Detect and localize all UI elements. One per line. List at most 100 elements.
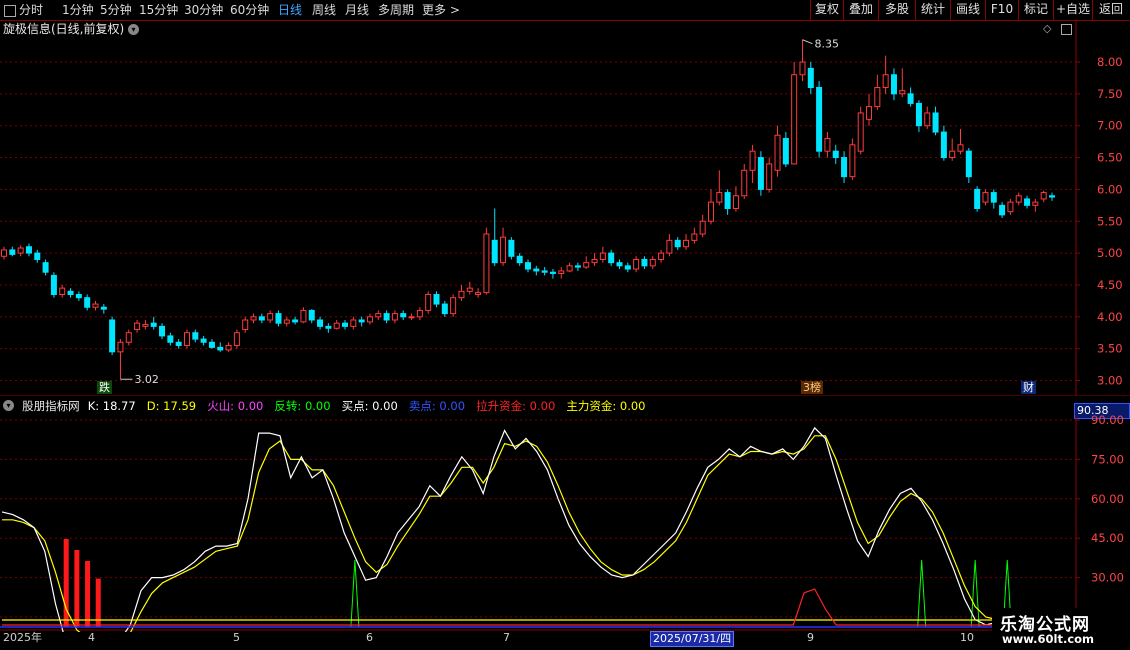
candle-body bbox=[150, 322, 157, 327]
period-tab-weekly[interactable]: 周线 bbox=[312, 1, 336, 19]
candle-body bbox=[599, 252, 606, 260]
period-tab-5min[interactable]: 5分钟 bbox=[100, 1, 132, 19]
candle-body bbox=[1015, 195, 1022, 203]
price-tick-label: 3.50 bbox=[1097, 342, 1123, 356]
volcano-bar bbox=[74, 550, 80, 627]
period-tab-multi[interactable]: 多周期 bbox=[378, 1, 414, 19]
date-axis: 2025年 4 5 6 7 2025/07/31/四 9 10 bbox=[0, 631, 1078, 647]
indicator-tick-label: 75.00 bbox=[1091, 452, 1124, 466]
candle-body bbox=[208, 341, 215, 348]
candle-body bbox=[142, 323, 149, 327]
candle-body bbox=[475, 292, 482, 296]
add-favorite-button[interactable]: +自选 bbox=[1053, 0, 1092, 20]
period-tab-monthly[interactable]: 月线 bbox=[345, 1, 369, 19]
candle-body bbox=[109, 319, 116, 353]
statistics-button[interactable]: 统计 bbox=[915, 0, 950, 20]
candle-body bbox=[857, 112, 864, 152]
period-tab-fenshi[interactable]: 分时 bbox=[4, 1, 43, 19]
date-label: 9 bbox=[807, 631, 814, 644]
period-tab-more[interactable]: 更多 > bbox=[422, 1, 460, 19]
d-line bbox=[2, 435, 1050, 632]
indicator-chart[interactable]: 90.0075.0060.0045.0030.0015.00 bbox=[0, 396, 1130, 632]
candle-body bbox=[425, 294, 432, 311]
candle-body bbox=[292, 319, 299, 323]
candle-body bbox=[9, 249, 16, 255]
candle-body bbox=[849, 144, 856, 178]
candle-body bbox=[84, 297, 91, 308]
candle-body bbox=[59, 287, 66, 296]
candle-body bbox=[258, 316, 265, 321]
candlestick-chart[interactable]: 8.00 7.50 7.00 6.50 6.00 5.50 5.00 4.50 4.00 3.50… bbox=[0, 20, 1130, 396]
candle-body bbox=[957, 144, 964, 152]
candle-body bbox=[366, 316, 373, 323]
candle-body bbox=[707, 201, 714, 222]
candle-body bbox=[333, 322, 340, 329]
mark-button[interactable]: 标记 bbox=[1018, 0, 1053, 20]
period-tab-30min[interactable]: 30分钟 bbox=[184, 1, 223, 19]
candle-body bbox=[275, 313, 282, 324]
candle-body bbox=[782, 137, 789, 165]
back-button[interactable]: 返回 bbox=[1092, 0, 1129, 20]
marker-die[interactable]: 跌 bbox=[97, 381, 112, 394]
candle-body bbox=[175, 341, 182, 346]
candle-body bbox=[791, 74, 798, 165]
candle-body bbox=[882, 74, 889, 88]
candle-body bbox=[990, 192, 997, 203]
overlay-button[interactable]: 叠加 bbox=[843, 0, 878, 20]
period-toolbar: 分时 1分钟 5分钟 15分钟 30分钟 60分钟 日线 周线 月线 多周期 更… bbox=[0, 0, 1130, 21]
candle-body bbox=[533, 268, 540, 272]
candle-body bbox=[566, 265, 573, 272]
candle-body bbox=[1040, 192, 1047, 200]
candle-body bbox=[358, 319, 365, 323]
candle-body bbox=[466, 287, 473, 292]
watermark-url: www.60lt.com bbox=[1002, 632, 1095, 646]
date-label: 2025年 bbox=[3, 631, 42, 644]
candle-body bbox=[167, 335, 174, 343]
candle-body bbox=[225, 344, 232, 351]
candle-body bbox=[832, 150, 839, 159]
candle-body bbox=[433, 294, 440, 305]
period-tab-daily[interactable]: 日线 bbox=[278, 1, 302, 19]
high-price-label: 8.35 bbox=[814, 38, 839, 51]
date-label: 6 bbox=[366, 631, 373, 644]
candle-body bbox=[117, 341, 124, 353]
candle-body bbox=[92, 303, 99, 308]
candle-body bbox=[308, 309, 315, 321]
watermark: 乐淘公式网 www.60lt.com bbox=[992, 608, 1130, 650]
price-tick-label: 6.50 bbox=[1097, 151, 1123, 165]
candle-body bbox=[699, 220, 706, 235]
candle-body bbox=[325, 325, 332, 329]
period-tab-15min[interactable]: 15分钟 bbox=[139, 1, 178, 19]
date-label-current: 2025/07/31/四 bbox=[650, 631, 735, 647]
f10-button[interactable]: F10 bbox=[985, 0, 1018, 20]
volcano-bar bbox=[85, 561, 91, 627]
candle-body bbox=[982, 192, 989, 203]
candle-body bbox=[42, 262, 49, 273]
candle-body bbox=[757, 157, 764, 190]
candle-body bbox=[907, 93, 914, 104]
candle-body bbox=[1032, 201, 1039, 206]
candle-body bbox=[134, 322, 141, 331]
date-label: 5 bbox=[233, 631, 240, 644]
restore-rights-button[interactable]: 复权 bbox=[810, 0, 843, 20]
period-tab-60min[interactable]: 60分钟 bbox=[230, 1, 269, 19]
candle-body bbox=[816, 86, 823, 152]
candle-body bbox=[416, 309, 423, 318]
draw-line-button[interactable]: 画线 bbox=[950, 0, 985, 20]
candle-body bbox=[375, 313, 382, 318]
candle-body bbox=[591, 258, 598, 264]
candle-body bbox=[508, 239, 515, 257]
candle-body bbox=[233, 332, 240, 346]
candle-body bbox=[491, 239, 498, 264]
candle-body bbox=[732, 195, 739, 210]
multi-stock-button[interactable]: 多股 bbox=[878, 0, 915, 20]
candle-body bbox=[616, 262, 623, 267]
candle-body bbox=[683, 239, 690, 248]
period-tab-1min[interactable]: 1分钟 bbox=[62, 1, 94, 19]
candle-body bbox=[342, 322, 349, 327]
candle-body bbox=[483, 233, 490, 294]
candle-body bbox=[924, 112, 931, 127]
marker-cai[interactable]: 财 bbox=[1021, 381, 1036, 394]
marker-bang[interactable]: 3榜 bbox=[801, 381, 823, 394]
candle-body bbox=[1049, 195, 1055, 198]
